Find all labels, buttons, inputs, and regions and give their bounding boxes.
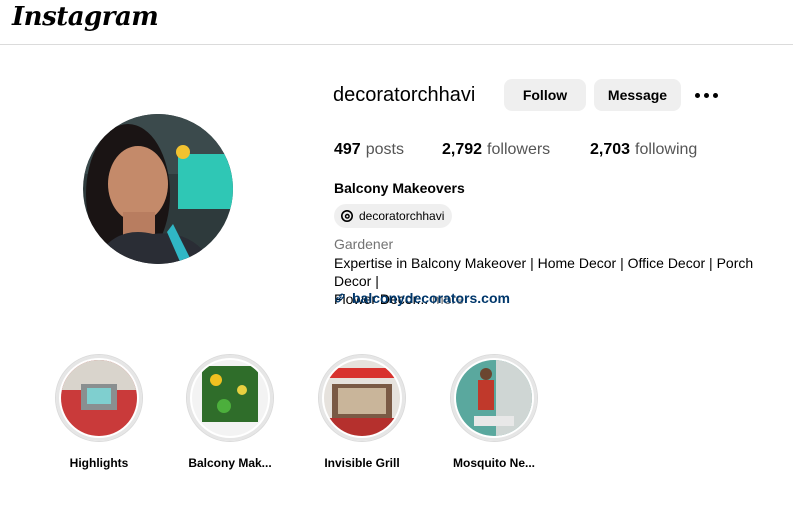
bio-line: Expertise in Balcony Makeover | Home Dec… [334,255,754,289]
external-link[interactable]: balconydecorators.com [334,290,510,306]
highlight-item[interactable]: Highlights [39,354,159,470]
profile-username: decoratorchhavi [333,84,476,106]
profile-full-name: Balcony Makeovers [334,180,465,196]
message-button[interactable]: Message [594,79,681,111]
highlight-ring [318,354,406,442]
stat-followers[interactable]: 2,792 followers [442,141,550,159]
threads-badge[interactable]: decoratorchhavi [334,204,453,228]
followers-label: followers [487,141,551,158]
external-link-text: balconydecorators.com [352,290,510,306]
posts-label: posts [365,141,404,158]
following-label: following [635,141,698,158]
highlight-item[interactable]: Balcony Mak... [170,354,290,470]
instagram-logo[interactable]: Instagram [12,2,159,32]
followers-count: 2,792 [442,141,483,158]
following-count: 2,703 [590,141,631,158]
highlight-cover [324,360,400,436]
highlight-ring [450,354,538,442]
follow-button[interactable]: Follow [504,79,586,111]
link-icon [334,292,346,304]
highlight-item[interactable]: Invisible Grill [302,354,422,470]
highlight-item[interactable]: Mosquito Ne... [434,354,554,470]
profile-category: Gardener [334,236,394,252]
highlight-cover [192,360,268,436]
highlight-cover [61,360,137,436]
posts-count: 497 [334,141,361,158]
stat-following[interactable]: 2,703 following [590,141,697,159]
highlight-ring [55,354,143,442]
threads-handle: decoratorchhavi [359,209,445,223]
top-bar: Instagram [0,0,793,45]
profile-avatar[interactable] [83,114,233,264]
more-options-icon[interactable] [692,84,720,106]
highlight-label: Balcony Mak... [188,456,272,470]
highlight-label: Invisible Grill [324,456,400,470]
highlight-ring [186,354,274,442]
avatar-image [83,114,233,264]
stat-posts: 497 posts [334,141,404,159]
highlight-label: Highlights [69,456,129,470]
highlight-cover [456,360,532,436]
highlight-label: Mosquito Ne... [453,456,535,470]
threads-icon [340,209,354,223]
